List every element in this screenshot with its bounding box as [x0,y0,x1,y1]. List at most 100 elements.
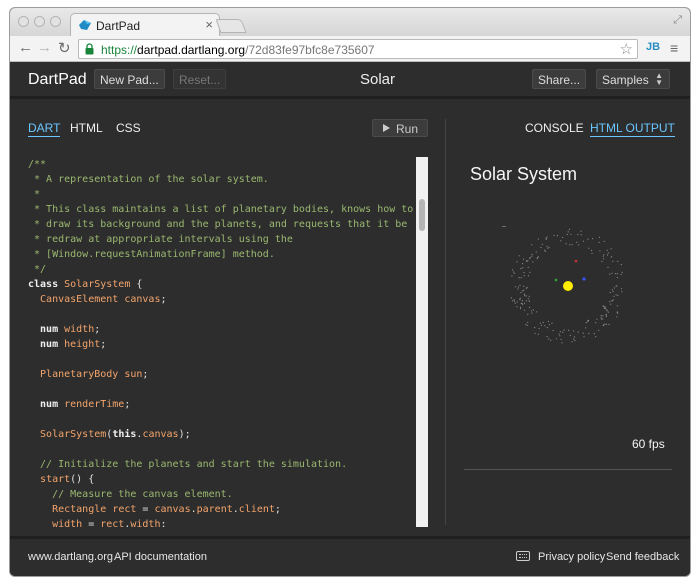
asteroid [548,246,550,248]
new-pad-button[interactable]: New Pad... [94,69,165,89]
asteroid [562,331,564,333]
asteroid [616,316,618,318]
browser-tab[interactable]: DartPad × [70,13,220,37]
close-window-button[interactable] [18,16,29,27]
asteroid [609,291,611,294]
asteroid [546,336,548,338]
privacy-policy-link[interactable]: Privacy policy [538,551,605,563]
asteroid [546,236,548,238]
asteroid [602,255,604,257]
url-path: /72d83fe97bfc8e735607 [245,43,375,57]
zoom-window-button[interactable] [50,16,61,27]
code-editor[interactable]: /** * A representation of the solar syst… [28,157,428,527]
asteroid [550,339,552,341]
asteroid [571,341,573,343]
planet [554,278,558,282]
code-line: PlanetaryBody sun; [28,369,149,380]
dartlang-link[interactable]: www.dartlang.org [28,551,113,563]
browser-menu-icon[interactable]: ≡ [670,40,678,56]
asteroid [620,273,622,276]
tab-html[interactable]: HTML [70,121,103,135]
code-line: width = rect.width; [28,519,167,527]
asteroid [536,256,539,259]
asteroid [598,241,600,243]
code-line: num renderTime; [28,399,131,410]
keyboard-icon[interactable] [516,551,530,561]
asteroid [566,233,568,236]
tab-html-output[interactable]: HTML OUTPUT [590,121,675,137]
asteroid [544,249,546,251]
output-panel: CONSOLE HTML OUTPUT Solar System 60 fps [446,101,690,536]
asteroid [532,309,535,311]
asteroid [621,271,623,273]
samples-select[interactable]: Samples ▲ ▼ [596,69,670,89]
dartpad-logo[interactable]: DartPad [28,71,87,89]
asteroid [611,300,613,302]
asteroid [529,271,531,273]
asteroid [603,324,605,326]
asteroid [582,240,584,242]
output-divider [464,469,672,470]
run-button[interactable]: Run [372,119,428,137]
address-bar[interactable]: https://dartpad.dartlang.org/72d83fe97bf… [78,39,638,59]
asteroid [604,323,606,325]
asteroid [565,243,567,245]
asteroid [603,254,605,256]
tab-dart[interactable]: DART [28,121,61,137]
asteroid [604,306,606,308]
asteroid [541,243,543,245]
browser-tab-title: DartPad [96,19,141,33]
asteroid [607,266,609,268]
asteroid [540,324,543,326]
minimize-window-button[interactable] [34,16,45,27]
run-label: Run [396,122,419,136]
asteroid [537,333,539,335]
asteroid [608,323,610,326]
editor-scroll-thumb[interactable] [419,199,425,231]
solar-system-canvas [501,226,623,344]
dart-favicon-icon [79,20,91,30]
asteroid [606,249,608,251]
forward-icon[interactable]: → [37,39,52,56]
asteroid [616,273,619,275]
asteroid [512,271,515,273]
asteroid [603,307,605,309]
bookmark-star-icon[interactable]: ☆ [620,40,633,58]
asteroid [588,332,590,334]
asteroid [531,312,533,314]
tab-css[interactable]: CSS [116,121,141,135]
asteroid [511,275,513,277]
code-line: * This class maintains a list of planeta… [28,204,414,215]
api-docs-link[interactable]: API documentation [114,551,207,563]
asteroid [539,322,541,324]
asteroid [528,306,531,308]
reset-button[interactable]: Reset... [173,69,227,89]
code-line: // Initialize the planets and start the … [28,459,348,470]
asteroid [570,233,572,235]
asteroid [612,290,614,293]
extension-icon[interactable]: JB [646,41,662,56]
asteroid [609,301,611,303]
share-button[interactable]: Share... [532,69,587,89]
asteroid [527,321,529,323]
asteroid [518,255,520,257]
fullscreen-icon[interactable]: ⤢ [673,14,682,27]
asteroid [573,336,576,338]
tab-close-icon[interactable]: × [205,17,213,32]
asteroid [610,256,613,258]
asteroid [615,294,617,296]
back-icon[interactable]: ← [18,39,33,56]
code-line: Rectangle rect = canvas.parent.client; [28,504,281,515]
send-feedback-link[interactable]: Send feedback [606,551,679,563]
asteroid [603,305,605,308]
tab-console[interactable]: CONSOLE [525,121,584,135]
reload-icon[interactable]: ↻ [58,39,71,57]
asteroid [616,311,618,313]
asteroid [591,249,593,252]
asteroid [585,322,587,324]
asteroid [606,254,609,256]
new-tab-button[interactable] [215,19,247,33]
lock-icon [85,43,94,55]
asteroid [523,293,526,295]
